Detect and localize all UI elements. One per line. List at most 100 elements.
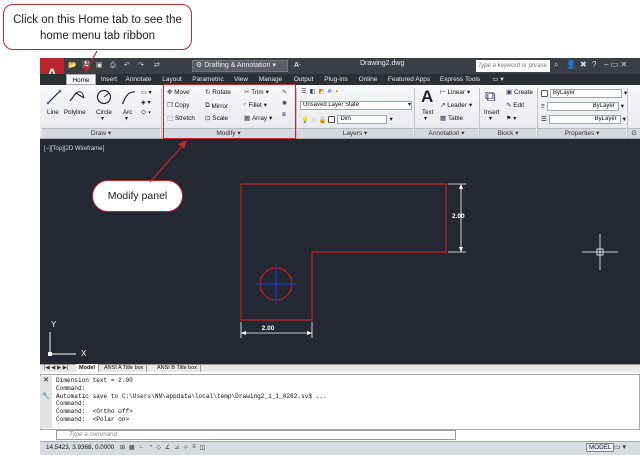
model-space-button[interactable]: MODEL [586, 443, 615, 452]
share-icon[interactable]: ⇄ [154, 60, 160, 71]
polar-icon[interactable]: ◔ [149, 444, 153, 451]
dimension-text-horizontal: 2.00 [261, 325, 275, 332]
coordinate-readout[interactable]: 14.5423, 3.9368, 0.0000 [46, 444, 114, 451]
layer-state-dropdown[interactable]: Unsaved Layer State ▾ [300, 101, 412, 110]
chevron-down-icon: ▾ [407, 102, 411, 108]
tab-insert[interactable]: Insert [97, 74, 121, 85]
save-icon[interactable]: 💾 [82, 60, 91, 71]
grid-icon[interactable]: ▦ [129, 444, 135, 451]
linear-dimension-button[interactable]: ⊢ Linear ▾ [440, 89, 470, 96]
ducs-icon[interactable]: ⊿ [174, 444, 179, 451]
tab-navigation-arrows[interactable]: |◀ ◀ ▶ ▶| [44, 364, 68, 372]
line-button[interactable]: Line [47, 109, 59, 116]
drawing-geometry[interactable] [40, 139, 640, 364]
properties-panel-title[interactable]: Properties ▾ [538, 128, 626, 138]
block-attribute-icon[interactable]: ⚑ ▾ [506, 115, 516, 122]
layer-off-icon[interactable]: ◐ [335, 88, 339, 95]
layer-isolate-icon[interactable]: ◩ [318, 88, 324, 95]
search-icon[interactable]: ⌕ [554, 60, 558, 70]
status-tray-icons[interactable]: ▭ ▾ [614, 443, 626, 451]
dimension-text-vertical: 2.00 [452, 213, 465, 220]
search-input[interactable]: Type a keyword or phrase [476, 60, 550, 72]
insert-block-icon[interactable]: ⧉ [485, 88, 496, 105]
user-icon[interactable]: 👤 [566, 60, 576, 69]
layer-properties-icon[interactable]: ☰ [301, 88, 307, 95]
workspace-dropdown[interactable]: ⚙ Drafting & Annotation ▾ [192, 60, 288, 72]
tab-featured-apps[interactable]: Featured Apps [384, 74, 434, 85]
annotation-panel-title[interactable]: Annotation ▾ [415, 128, 478, 138]
layer-freeze-icon[interactable]: ❄ [327, 88, 332, 95]
layout-tab-ansi-b[interactable]: ANSI B Title box [154, 364, 202, 372]
polyline-icon[interactable] [68, 89, 86, 105]
save-as-icon[interactable]: ▣ [96, 60, 103, 71]
chevron-down-icon[interactable]: ▾ [101, 115, 104, 122]
font-icon[interactable]: A· [294, 60, 301, 71]
ortho-icon[interactable]: ∟ [139, 444, 145, 451]
window-controls[interactable]: ‒ ▭ ✕ [604, 60, 627, 69]
dyn-icon[interactable]: ⊹ [183, 444, 188, 451]
layout-tab-ansi-a[interactable]: ANSI A Title box [101, 364, 148, 372]
layout-tab-model[interactable]: Model [76, 364, 99, 372]
chevron-down-icon: ▾ [622, 116, 626, 123]
plot-icon[interactable]: ⎙ [110, 60, 116, 71]
chevron-down-icon[interactable]: ▾ [489, 115, 492, 122]
lineweight-icon: ≡ [541, 103, 545, 110]
lineweight-toggle-icon[interactable]: ≡ [192, 444, 196, 451]
home-tab-callout: Click on this Home tab to see the home m… [3, 4, 192, 50]
lineweight-dropdown[interactable]: ≡ ByLayer ▾ [541, 102, 624, 111]
otrack-icon[interactable]: ∠ [165, 444, 170, 451]
sun-icon: ☼ [310, 116, 317, 123]
transparency-icon[interactable]: ◫ [200, 444, 206, 451]
snap-icon[interactable]: ⊞ [120, 444, 125, 451]
circle-icon[interactable] [96, 89, 112, 105]
color-dropdown[interactable]: ByLayer ▾ [541, 89, 627, 98]
open-icon[interactable]: 📂 [68, 60, 77, 71]
command-window-grip[interactable]: ✕ 🔧 [40, 376, 52, 428]
current-layer-dropdown[interactable]: 💡 ☼ 🔓 Dim ▾ [301, 115, 393, 124]
arc-icon[interactable] [121, 89, 137, 105]
help-icon[interactable]: ? [592, 60, 596, 69]
ucs-x-label: X [81, 349, 87, 358]
text-icon[interactable]: A [421, 87, 433, 107]
redo-icon[interactable]: ↷ [138, 60, 144, 71]
block-panel-title[interactable]: Block ▾ [480, 128, 536, 138]
tab-annotate[interactable]: Annotate [122, 74, 155, 85]
create-block-button[interactable]: ▣ Create [506, 89, 533, 96]
tab-home[interactable]: Home [66, 74, 96, 85]
tab-options-toggle[interactable]: ▭ ▾ [486, 74, 510, 85]
edit-block-icon: ✎ [506, 102, 512, 109]
table-button[interactable]: ▦ Table [440, 115, 463, 122]
hatch-icon[interactable]: ◈ ▾ [141, 99, 152, 106]
command-input[interactable]: Type a command [56, 430, 456, 440]
crosshair-cursor [582, 234, 618, 270]
layers-panel-title[interactable]: Layers ▾ [297, 128, 413, 138]
linetype-dropdown[interactable]: ☰ ByLayer ▾ [541, 115, 626, 124]
wrench-icon[interactable]: 🔧 [40, 392, 52, 400]
tab-express-tools[interactable]: Express Tools [436, 74, 484, 85]
exchange-icon[interactable]: ✖ [580, 60, 587, 69]
close-icon[interactable]: ✕ [40, 376, 52, 384]
dimension-arrow [307, 331, 312, 335]
groups-panel-title[interactable]: G [628, 128, 640, 138]
rectangle-icon[interactable]: ▭ ▾ [141, 89, 152, 96]
line-icon[interactable] [46, 89, 62, 105]
layer-state-icon[interactable]: ◧ [310, 88, 316, 95]
draw-panel-title[interactable]: Draw ▾ [42, 128, 160, 138]
leader-button[interactable]: ↗ Leader ▾ [440, 102, 472, 109]
chevron-down-icon: ▾ [620, 103, 624, 110]
ellipse-icon[interactable]: ⬭ ▾ [141, 109, 152, 117]
osnap-icon[interactable]: ◇ [156, 444, 161, 451]
tab-plug-ins[interactable]: Plug-ins [320, 74, 352, 85]
edit-block-button[interactable]: ✎ Edit [506, 102, 524, 109]
drafting-toggles: ⊞ ▦ ∟ ◔ ◇ ∠ ⊿ ⊹ ≡ ◫ [120, 444, 205, 451]
chevron-down-icon: ▾ [467, 89, 471, 96]
tab-online[interactable]: Online [354, 74, 382, 85]
title-bar [40, 58, 640, 74]
document-title: Drawing2.dwg [360, 60, 405, 67]
chevron-down-icon[interactable]: ▾ [125, 115, 128, 122]
chevron-down-icon: ▾ [468, 102, 473, 109]
polyline-button[interactable]: Polyline [64, 109, 86, 116]
undo-icon[interactable]: ↶ [124, 60, 130, 71]
chevron-down-icon[interactable]: ▾ [424, 115, 427, 122]
linetype-icon: ☰ [541, 116, 547, 123]
